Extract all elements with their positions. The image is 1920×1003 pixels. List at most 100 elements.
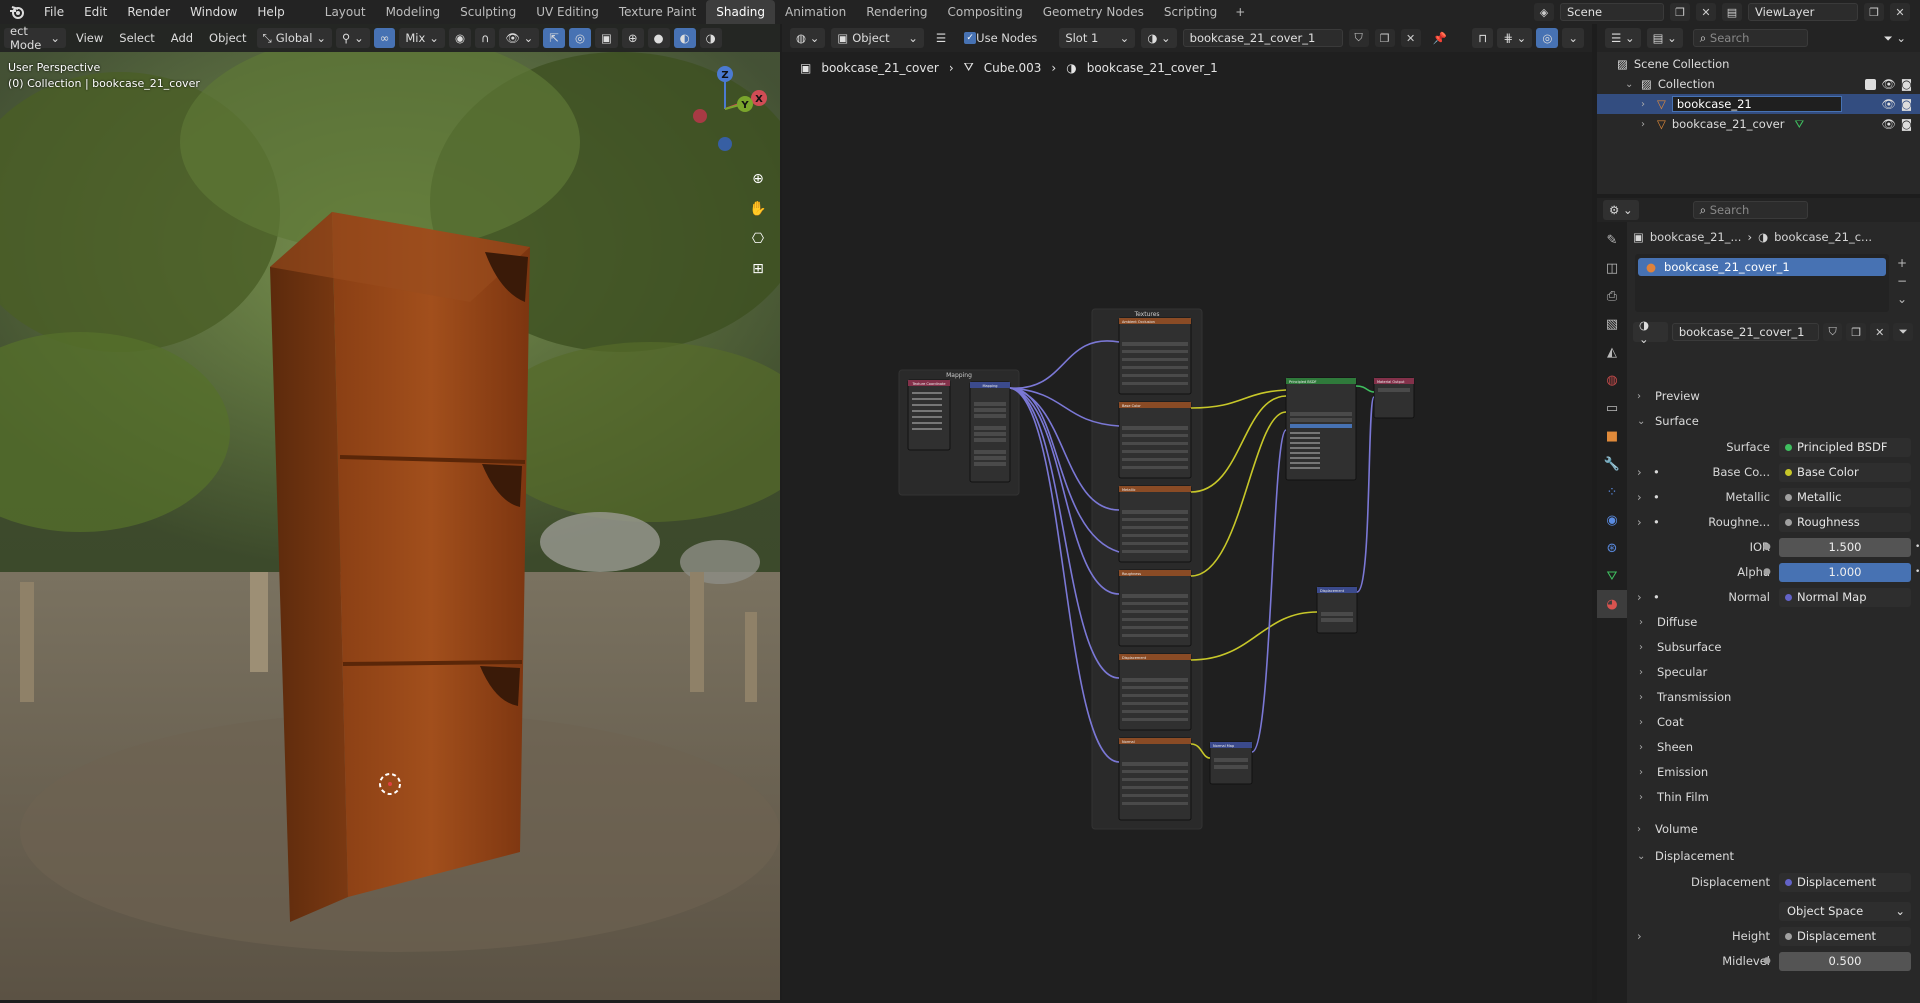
blend-mode-selector[interactable]: Mix ⌄: [399, 28, 445, 48]
material-slots-list[interactable]: ● bookcase_21_cover_1: [1635, 254, 1889, 312]
slot-selector[interactable]: Slot 1 ⌄: [1059, 28, 1136, 48]
node-texture-coordinate[interactable]: Texture Coordinate: [907, 379, 951, 451]
viewlayer-selector[interactable]: ViewLayer: [1748, 3, 1858, 21]
snap-toggle[interactable]: ∞: [373, 28, 396, 48]
new-viewlayer-icon[interactable]: ❐: [1864, 3, 1884, 21]
subpanel-sheen[interactable]: › Sheen: [1627, 736, 1920, 758]
chevron-right-icon[interactable]: ›: [1637, 465, 1642, 479]
menu-help[interactable]: Help: [247, 0, 294, 24]
proportional-edit-icon[interactable]: ◉: [448, 28, 471, 48]
node-principled-bsdf[interactable]: Principled BSDF: [1285, 377, 1357, 481]
new-scene-icon[interactable]: ❐: [1670, 3, 1690, 21]
menu-file[interactable]: File: [34, 0, 74, 24]
mode-selector[interactable]: ect Mode ⌄: [4, 24, 66, 52]
space-dropdown[interactable]: Object Space ⌄: [1779, 901, 1911, 921]
delete-viewlayer-icon[interactable]: ✕: [1890, 3, 1910, 21]
subpanel-thin-film[interactable]: › Thin Film: [1627, 786, 1920, 808]
world-tab-icon[interactable]: ◍: [1597, 366, 1627, 394]
node-image-texture-ao[interactable]: Ambient Occlusion: [1118, 317, 1192, 395]
alpha-slider[interactable]: 1.000: [1779, 562, 1911, 582]
pivot-selector[interactable]: ⚲ ⌄: [336, 28, 370, 48]
rendered-shading-icon[interactable]: ◑: [699, 28, 722, 48]
tool-tab-icon[interactable]: ✎: [1597, 226, 1627, 254]
solid-shading-icon[interactable]: ●: [647, 28, 670, 48]
tab-sculpting[interactable]: Sculpting: [450, 0, 526, 24]
eye-icon[interactable]: 👁: [1881, 117, 1896, 131]
chevron-down-icon[interactable]: ⌄: [1625, 79, 1635, 90]
node-canvas[interactable]: Mapping Texture Coordinate Mapping Textu…: [782, 52, 1592, 1000]
particles-tab-icon[interactable]: ⁘: [1597, 478, 1627, 506]
eye-icon[interactable]: 👁: [1881, 97, 1896, 111]
unlink-material-icon[interactable]: ✕: [1400, 29, 1421, 47]
constraints-tab-icon[interactable]: ⊛: [1597, 534, 1627, 562]
object-tab-icon[interactable]: ■: [1597, 422, 1627, 450]
scene-collection-row[interactable]: ▨ Scene Collection: [1597, 54, 1920, 74]
tab-uv-editing[interactable]: UV Editing: [526, 0, 609, 24]
subpanel-coat[interactable]: › Coat: [1627, 711, 1920, 733]
transform-orientation[interactable]: ⤡ Global ⌄: [256, 28, 333, 48]
chevron-right-icon[interactable]: ›: [1641, 99, 1651, 110]
node-image-texture-normal[interactable]: Normal: [1118, 737, 1192, 821]
camera-icon[interactable]: ◙: [1901, 97, 1912, 111]
object-menu[interactable]: Object: [203, 28, 252, 48]
ior-slider[interactable]: 1.500: [1779, 537, 1911, 557]
duplicate-material-icon[interactable]: ❐: [1374, 29, 1395, 47]
chevron-right-icon[interactable]: ›: [1637, 515, 1642, 529]
exclude-checkbox[interactable]: [1865, 78, 1876, 90]
keyframe-dot-icon[interactable]: •: [1915, 567, 1920, 577]
view-layer-tab-icon[interactable]: ▧: [1597, 310, 1627, 338]
snap-icon[interactable]: ⊓: [1472, 28, 1494, 48]
overlays-dropdown-icon[interactable]: ⌄: [1562, 28, 1584, 48]
node-image-texture-roughness[interactable]: Roughness: [1118, 569, 1192, 647]
menu-render[interactable]: Render: [117, 0, 180, 24]
overlay-toggle-icon[interactable]: ◎: [568, 28, 591, 48]
menu-edit[interactable]: Edit: [74, 0, 117, 24]
editor-type-icon[interactable]: ◍ ⌄: [790, 28, 826, 48]
shader-type-selector[interactable]: ▣ Object ⌄: [831, 28, 924, 48]
material-browse-icon[interactable]: ◑ ⌄: [1633, 318, 1668, 346]
remove-slot-icon[interactable]: −: [1897, 272, 1907, 290]
navigation-gizmo[interactable]: Z X Y: [680, 64, 770, 154]
base-color-field[interactable]: Base Color: [1779, 462, 1911, 482]
select-menu[interactable]: Select: [113, 28, 160, 48]
subpanel-specular[interactable]: › Specular: [1627, 661, 1920, 683]
grid-icon[interactable]: ⊞: [747, 258, 769, 280]
tab-geometry-nodes[interactable]: Geometry Nodes: [1033, 0, 1154, 24]
material-shading-icon[interactable]: ◐: [673, 28, 696, 48]
height-field[interactable]: Displacement: [1779, 926, 1911, 946]
camera-icon[interactable]: ◙: [1901, 117, 1912, 131]
chevron-right-icon[interactable]: ›: [1637, 590, 1642, 604]
outliner-item-bookcase-21-cover[interactable]: › ▽ bookcase_21_cover ⛛ 👁 ◙: [1597, 114, 1920, 134]
scene-icon[interactable]: ◈: [1534, 3, 1554, 21]
use-nodes-toggle[interactable]: ✓ Use Nodes: [958, 28, 1043, 48]
camera-icon[interactable]: ◙: [1901, 77, 1912, 91]
node-image-texture-basecolor[interactable]: Base Color: [1118, 401, 1192, 479]
panel-volume[interactable]: › Volume: [1627, 818, 1920, 840]
chevron-right-icon[interactable]: ›: [1637, 490, 1642, 504]
material-name-field[interactable]: bookcase_21_cover_1: [1671, 323, 1819, 341]
panel-displacement[interactable]: ⌄ Displacement: [1627, 845, 1920, 867]
scene-selector[interactable]: Scene: [1560, 3, 1664, 21]
collection-row[interactable]: ⌄ ▨ Collection 👁 ◙: [1597, 74, 1920, 94]
subpanel-transmission[interactable]: › Transmission: [1627, 686, 1920, 708]
link-mode-icon[interactable]: ⏷: [1893, 323, 1914, 341]
tab-texture-paint[interactable]: Texture Paint: [609, 0, 706, 24]
display-mode-icon[interactable]: ▤ ⌄: [1646, 28, 1683, 48]
panel-preview[interactable]: › Preview: [1627, 385, 1920, 407]
viewlayer-icon[interactable]: ▤: [1722, 3, 1742, 21]
tab-modeling[interactable]: Modeling: [376, 0, 451, 24]
normal-field[interactable]: Normal Map: [1779, 587, 1911, 607]
tab-layout[interactable]: Layout: [315, 0, 376, 24]
outliner-search-input[interactable]: ⌕ Search: [1692, 29, 1808, 47]
displacement-field[interactable]: Displacement: [1779, 872, 1911, 892]
chevron-right-icon[interactable]: ›: [1637, 929, 1642, 943]
fake-user-shield-icon[interactable]: ⛉: [1348, 29, 1369, 47]
3d-viewport[interactable]: ect Mode ⌄ View Select Add Object ⤡ Global…: [0, 24, 780, 1000]
overlays-icon[interactable]: ◎: [1536, 28, 1559, 48]
keyframe-dot-icon[interactable]: •: [1915, 542, 1920, 552]
scene-tab-icon[interactable]: ◭: [1597, 338, 1627, 366]
data-tab-icon[interactable]: ⛛: [1597, 562, 1627, 590]
fake-user-shield-icon[interactable]: ⛉: [1822, 323, 1843, 341]
output-tab-icon[interactable]: ⎙: [1597, 282, 1627, 310]
xray-icon[interactable]: ▣: [595, 28, 618, 48]
